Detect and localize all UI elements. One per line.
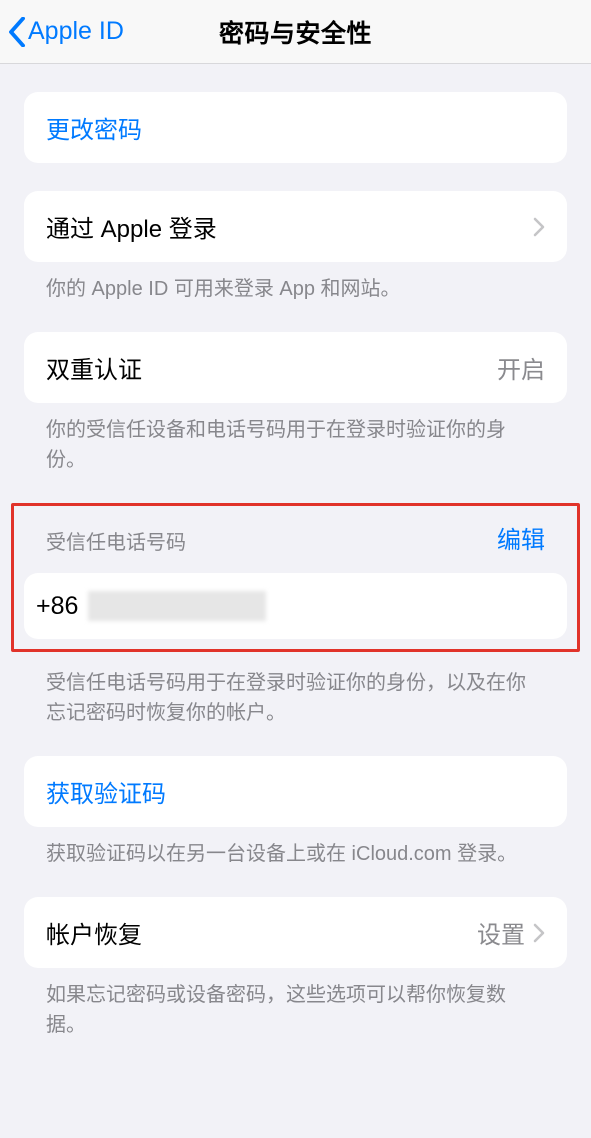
trusted-phone-highlight: 受信任电话号码 编辑 +86 <box>11 503 580 652</box>
get-code-label: 获取验证码 <box>46 774 166 809</box>
two-factor-value: 开启 <box>497 350 545 385</box>
two-factor-cell[interactable]: 双重认证 开启 <box>24 332 567 403</box>
back-label: Apple ID <box>28 17 124 46</box>
two-factor-group: 双重认证 开启 你的受信任设备和电话号码用于在登录时验证你的身份。 <box>24 332 567 475</box>
change-password-label: 更改密码 <box>46 110 142 145</box>
trusted-phone-edit-button[interactable]: 编辑 <box>497 520 545 555</box>
trusted-phone-footer: 受信任电话号码用于在登录时验证你的身份，以及在你忘记密码时恢复你的帐户。 <box>24 652 567 728</box>
two-factor-label: 双重认证 <box>46 350 497 385</box>
navigation-bar: Apple ID 密码与安全性 <box>0 0 591 64</box>
trusted-phone-title: 受信任电话号码 <box>46 526 186 555</box>
get-code-cell[interactable]: 获取验证码 <box>24 756 567 827</box>
trusted-phone-prefix: +86 <box>36 592 78 621</box>
back-button[interactable]: Apple ID <box>8 17 124 47</box>
chevron-right-icon <box>533 217 545 237</box>
trusted-phone-number: +86 <box>36 591 266 621</box>
account-recovery-group: 帐户恢复 设置 如果忘记密码或设备密码，这些选项可以帮你恢复数据。 <box>24 897 567 1040</box>
redacted-phone-number <box>88 591 266 621</box>
trusted-phone-cell[interactable]: +86 <box>24 573 567 639</box>
get-code-footer: 获取验证码以在另一台设备上或在 iCloud.com 登录。 <box>24 827 567 869</box>
trusted-phone-header: 受信任电话号码 编辑 <box>24 520 567 573</box>
account-recovery-value: 设置 <box>477 915 525 950</box>
account-recovery-label: 帐户恢复 <box>46 915 477 950</box>
change-password-cell[interactable]: 更改密码 <box>24 92 567 163</box>
sign-in-with-apple-footer: 你的 Apple ID 可用来登录 App 和网站。 <box>24 262 567 304</box>
account-recovery-footer: 如果忘记密码或设备密码，这些选项可以帮你恢复数据。 <box>24 968 567 1040</box>
sign-in-with-apple-label: 通过 Apple 登录 <box>46 209 533 244</box>
sign-in-with-apple-group: 通过 Apple 登录 你的 Apple ID 可用来登录 App 和网站。 <box>24 191 567 304</box>
chevron-right-icon <box>533 923 545 943</box>
chevron-left-icon <box>8 17 26 47</box>
account-recovery-cell[interactable]: 帐户恢复 设置 <box>24 897 567 968</box>
two-factor-footer: 你的受信任设备和电话号码用于在登录时验证你的身份。 <box>24 403 567 475</box>
get-code-group: 获取验证码 获取验证码以在另一台设备上或在 iCloud.com 登录。 <box>24 756 567 869</box>
change-password-group: 更改密码 <box>24 92 567 163</box>
sign-in-with-apple-cell[interactable]: 通过 Apple 登录 <box>24 191 567 262</box>
